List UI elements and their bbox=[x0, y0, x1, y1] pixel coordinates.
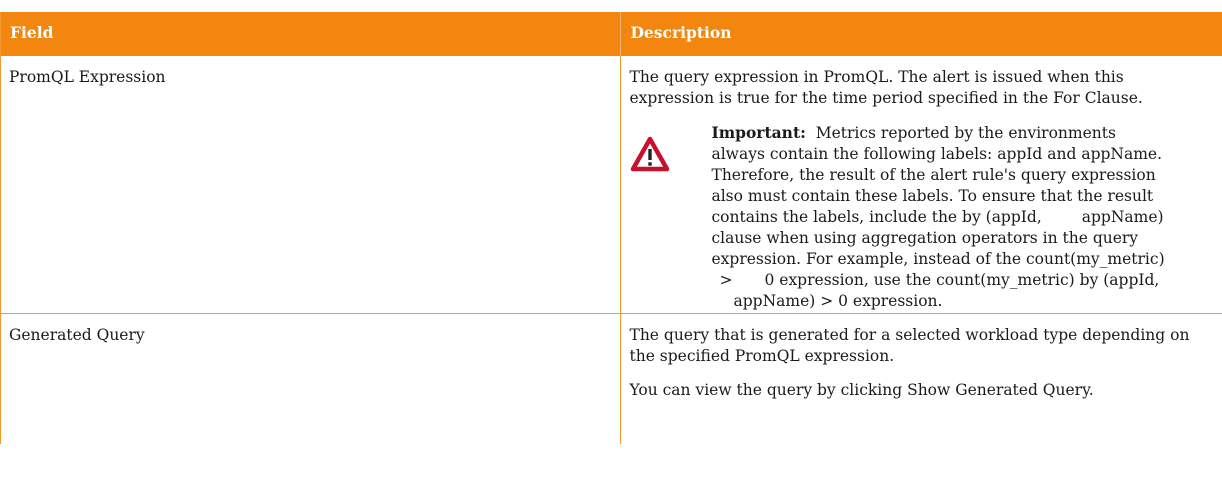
fields-table: Field Description PromQL Expression The … bbox=[0, 12, 1222, 444]
note-text: Important: Metrics reported by the envir… bbox=[711, 123, 1165, 310]
table-row: Generated Query The query that is genera… bbox=[1, 314, 1222, 444]
header-description: Description bbox=[630, 23, 732, 42]
field-cell: Generated Query bbox=[1, 314, 622, 444]
description-cell: The query that is generated for a select… bbox=[621, 314, 1222, 444]
table-header: Field Description bbox=[1, 12, 1222, 56]
description-cell: The query expression in PromQL. The aler… bbox=[621, 56, 1222, 313]
description-text-2: You can view the query by clicking Show … bbox=[629, 381, 1094, 399]
field-cell: PromQL Expression bbox=[1, 56, 622, 313]
header-field: Field bbox=[1, 12, 622, 56]
field-name: Generated Query bbox=[9, 326, 145, 344]
table-row: PromQL Expression The query expression i… bbox=[1, 56, 1222, 314]
description-text: The query that is generated for a select… bbox=[629, 326, 1190, 365]
note-title: Important: bbox=[711, 123, 806, 142]
field-name: PromQL Expression bbox=[9, 68, 166, 86]
description-text: The query expression in PromQL. The aler… bbox=[629, 68, 1143, 107]
important-note: Important: Metrics reported by the envir… bbox=[629, 122, 1202, 312]
warning-icon bbox=[631, 136, 670, 172]
